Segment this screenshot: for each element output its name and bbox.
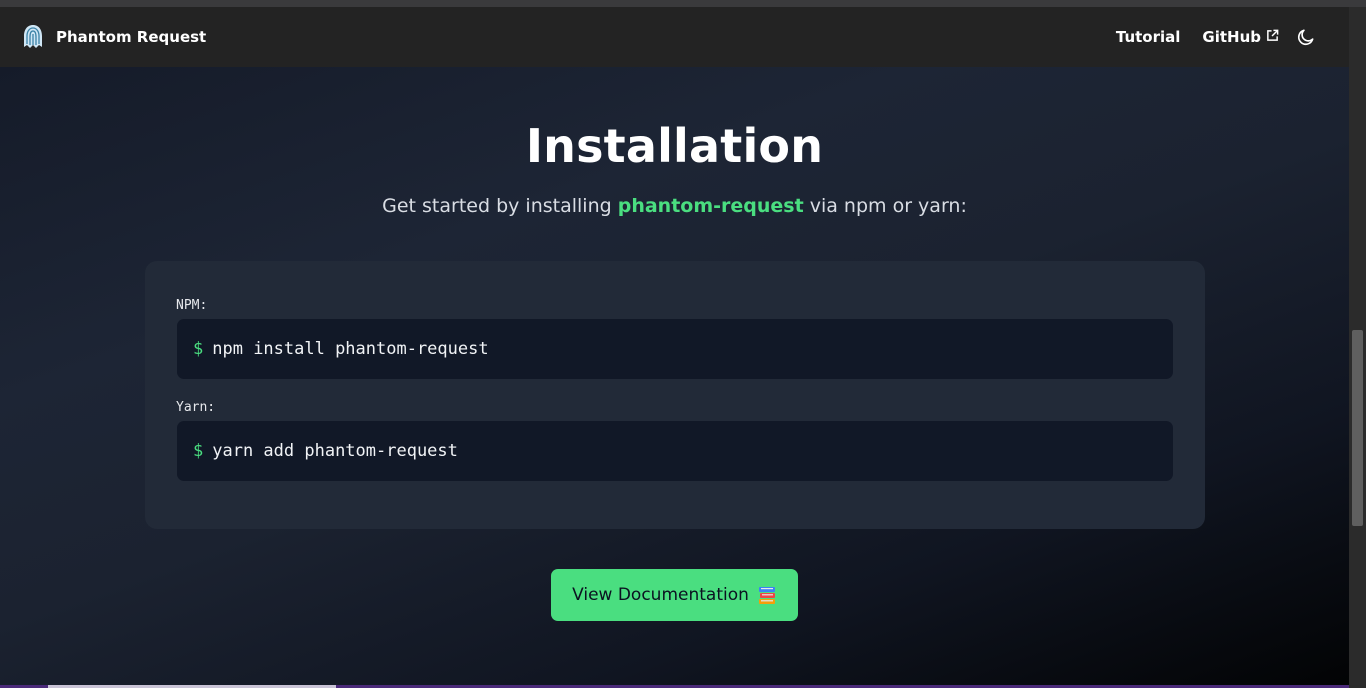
view-documentation-label: View Documentation [572, 585, 749, 605]
nav-link-github-label: GitHub [1202, 28, 1261, 46]
nav-link-github[interactable]: GitHub [1202, 28, 1279, 46]
main-content: Installation Get started by installing p… [0, 67, 1349, 688]
subtitle-text-before: Get started by installing [382, 195, 618, 217]
page-title: Installation [525, 119, 824, 173]
scrollbar-thumb[interactable] [1352, 330, 1363, 526]
subtitle-text-after: via npm or yarn: [803, 195, 967, 217]
brand-name: Phantom Request [56, 28, 207, 46]
external-link-icon [1267, 29, 1279, 41]
install-card: NPM: $ npm install phantom-request Yarn:… [145, 261, 1205, 529]
yarn-prompt: $ [193, 441, 204, 461]
page-subtitle: Get started by installing phantom-reques… [0, 195, 1349, 217]
yarn-command: yarn add phantom-request [212, 441, 458, 461]
npm-label: NPM: [176, 298, 208, 313]
brand[interactable]: Phantom Request [22, 24, 206, 50]
window-top-strip [0, 0, 1366, 7]
ghost-fingerprint-icon [24, 25, 42, 48]
yarn-label: Yarn: [176, 400, 216, 415]
npm-code-block[interactable]: $ npm install phantom-request [177, 319, 1173, 379]
npm-command: npm install phantom-request [212, 339, 489, 359]
navbar: Phantom Request Tutorial GitHub [0, 7, 1349, 67]
vertical-scrollbar[interactable] [1349, 7, 1366, 688]
moon-icon [1297, 29, 1314, 46]
view-documentation-button[interactable]: View Documentation [551, 569, 798, 621]
nav-link-tutorial[interactable]: Tutorial [1116, 28, 1181, 46]
books-icon [758, 587, 775, 604]
theme-toggle-button[interactable] [1295, 26, 1317, 48]
yarn-code-block[interactable]: $ yarn add phantom-request [177, 421, 1173, 481]
nav-links: Tutorial GitHub [1116, 26, 1317, 48]
npm-prompt: $ [193, 339, 204, 359]
package-name: phantom-request [617, 195, 804, 217]
